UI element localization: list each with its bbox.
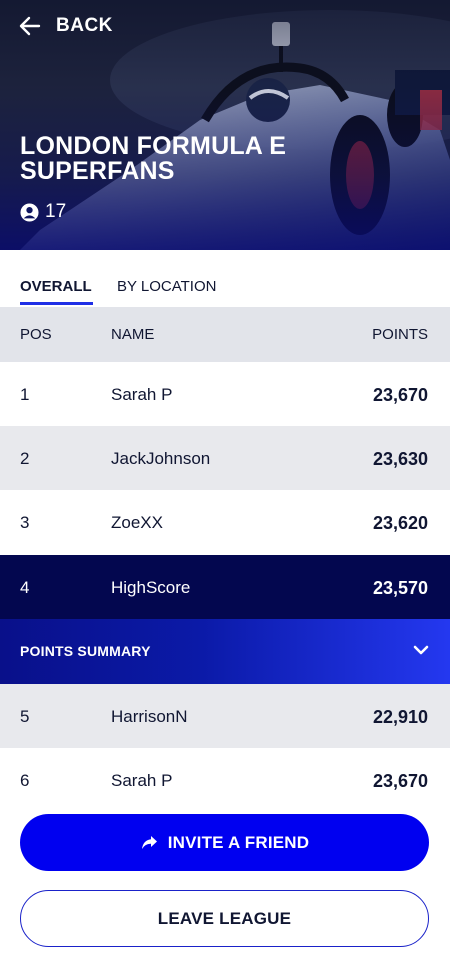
row-position: 2 (20, 449, 30, 468)
member-count: 17 (20, 201, 66, 223)
leave-league-label: LEAVE LEAGUE (157, 908, 292, 928)
row-name: HighScore (111, 578, 191, 597)
row-name: HarrisonN (111, 707, 188, 726)
invite-friend-label: INVITE A FRIEND (167, 832, 310, 852)
table-row-current-user[interactable]: 4 HighScore 23,570 (0, 555, 450, 619)
leave-league-button[interactable]: LEAVE LEAGUE (20, 890, 429, 947)
arrow-left-icon (19, 16, 41, 36)
league-title: LONDON FORMULA E SUPERFANS (20, 132, 287, 185)
column-header-points: POINTS (372, 326, 428, 343)
row-position: 1 (20, 385, 30, 404)
table-row[interactable]: 1 Sarah P 23,670 (0, 362, 450, 426)
invite-friend-button[interactable]: INVITE A FRIEND (20, 814, 429, 871)
row-points: 23,670 (372, 771, 428, 791)
row-position: 3 (20, 513, 30, 532)
column-header-name: NAME (111, 326, 155, 343)
league-hero: BACK LONDON FORMULA E SUPERFANS 17 (0, 0, 450, 250)
tab-by-location[interactable]: BY LOCATION (117, 278, 216, 295)
row-points: 23,620 (372, 513, 428, 533)
share-arrow-icon (141, 835, 157, 849)
row-name: Sarah P (111, 771, 173, 790)
table-header: POS NAME POINTS (0, 307, 450, 362)
row-points: 23,630 (372, 449, 428, 469)
tab-overall[interactable]: OVERALL (20, 278, 93, 305)
row-position: 4 (20, 578, 30, 597)
user-circle-icon (20, 202, 39, 222)
row-points: 23,570 (372, 578, 428, 598)
table-row[interactable]: 2 JackJohnson 23,630 (0, 426, 450, 490)
row-position: 6 (20, 771, 30, 790)
column-header-pos: POS (20, 326, 52, 343)
table-row[interactable]: 6 Sarah P 23,670 (0, 748, 450, 812)
leaderboard-tabs: OVERALL BY LOCATION (0, 250, 450, 307)
member-count-value: 17 (45, 201, 67, 222)
chevron-down-icon (413, 645, 429, 655)
points-summary-label: POINTS SUMMARY (20, 643, 151, 659)
back-label: BACK (56, 15, 113, 36)
row-points: 23,670 (372, 385, 428, 405)
row-name: ZoeXX (111, 513, 163, 532)
table-row[interactable]: 3 ZoeXX 23,620 (0, 490, 450, 554)
table-row[interactable]: 5 HarrisonN 22,910 (0, 684, 450, 748)
points-summary-toggle[interactable]: POINTS SUMMARY (0, 619, 450, 684)
row-points: 22,910 (372, 707, 428, 727)
row-name: JackJohnson (111, 449, 211, 468)
row-name: Sarah P (111, 385, 173, 404)
back-button[interactable]: BACK (18, 14, 113, 38)
row-position: 5 (20, 707, 30, 726)
